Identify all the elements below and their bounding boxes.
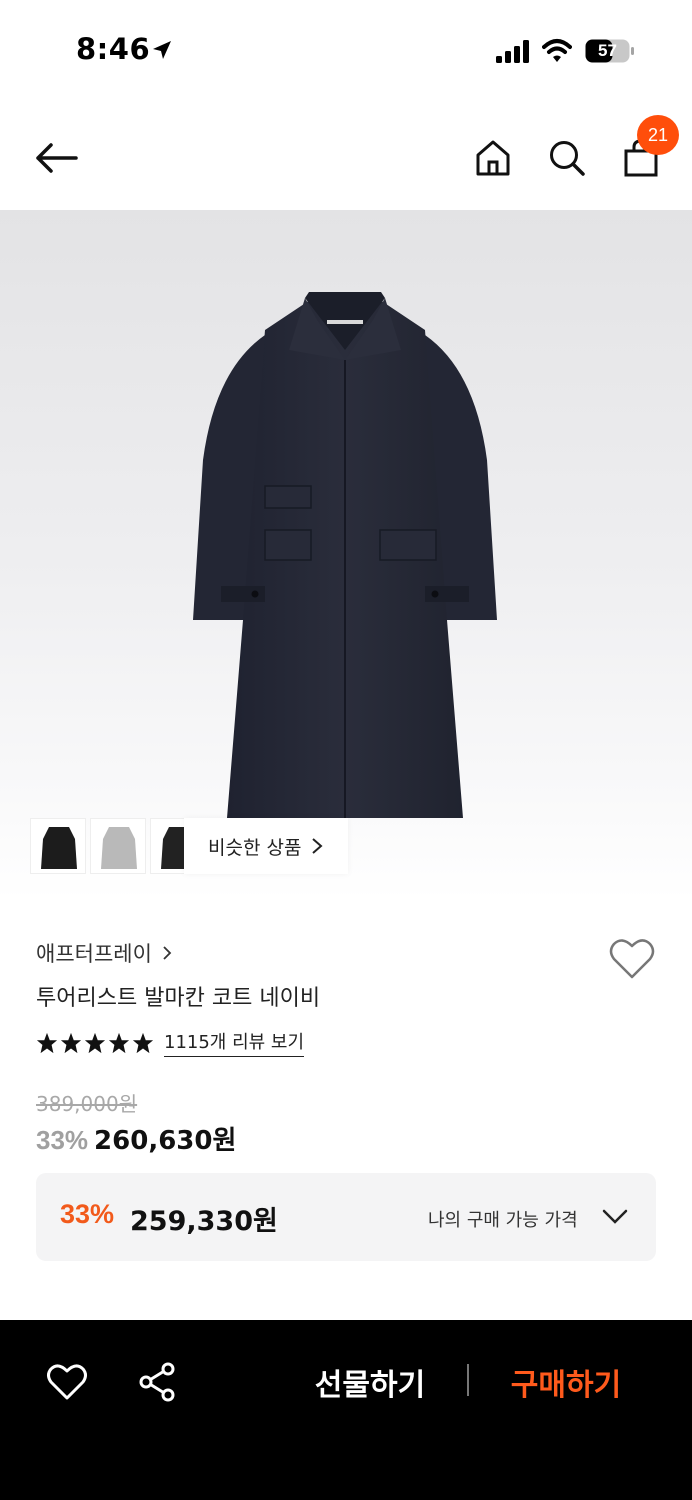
top-nav bbox=[0, 100, 692, 210]
signal-icon bbox=[496, 40, 529, 63]
my-discount-percent: 33% bbox=[60, 1199, 115, 1229]
search-button[interactable] bbox=[543, 134, 591, 182]
heart-icon bbox=[609, 939, 655, 979]
rating-row: 1115개 리뷰 보기 bbox=[36, 1028, 305, 1057]
sale-price-row: 33% 260,630원 bbox=[36, 1120, 236, 1157]
thumbnail-2[interactable] bbox=[90, 818, 146, 874]
sale-price: 260,630원 bbox=[94, 1126, 237, 1156]
gift-button[interactable]: 선물하기 bbox=[300, 1360, 440, 1404]
star-icon bbox=[36, 1032, 58, 1053]
product-image[interactable] bbox=[0, 210, 692, 900]
divider bbox=[467, 1364, 469, 1396]
grey-coat-thumbnail-icon bbox=[101, 827, 137, 869]
similar-products-button[interactable]: 비슷한 상품 bbox=[184, 818, 348, 874]
original-price: 389,000원 bbox=[36, 1092, 138, 1116]
navy-coat-icon bbox=[193, 292, 497, 818]
star-rating bbox=[36, 1032, 154, 1054]
chevron-right-icon bbox=[163, 946, 172, 960]
similar-products-label: 비슷한 상품 bbox=[208, 836, 302, 859]
status-bar: 8:46 57 bbox=[0, 0, 692, 100]
reviews-link[interactable]: 1115개 리뷰 보기 bbox=[164, 1028, 305, 1057]
my-price-dropdown[interactable]: 33% 259,330원 나의 구매 가능 가격 bbox=[36, 1173, 656, 1261]
brand-name: 애프터프레이 bbox=[36, 942, 152, 966]
black-coat-thumbnail-icon bbox=[41, 827, 77, 869]
star-icon bbox=[108, 1032, 130, 1053]
thumbnail-1[interactable] bbox=[30, 818, 86, 874]
home-button[interactable] bbox=[468, 134, 518, 182]
star-icon bbox=[132, 1032, 154, 1053]
chevron-down-icon bbox=[602, 1209, 628, 1224]
star-icon bbox=[60, 1032, 82, 1053]
back-arrow-icon bbox=[36, 143, 78, 173]
buy-button[interactable]: 구매하기 bbox=[496, 1360, 636, 1404]
bottom-action-bar: 선물하기 구매하기 bbox=[0, 1320, 692, 1500]
product-name: 투어리스트 발마칸 코트 네이비 bbox=[36, 986, 321, 1011]
wifi-icon bbox=[542, 39, 572, 62]
search-icon bbox=[550, 141, 585, 176]
discount-percent: 33% bbox=[36, 1125, 89, 1155]
location-arrow-icon bbox=[153, 41, 171, 59]
brand-link[interactable]: 애프터프레이 bbox=[36, 938, 172, 968]
wishlist-button[interactable] bbox=[606, 935, 658, 983]
battery-level: 57 bbox=[598, 41, 617, 60]
my-price-amount: 259,330원 bbox=[130, 1206, 278, 1237]
status-time: 8:46 bbox=[76, 32, 151, 66]
star-icon bbox=[84, 1032, 106, 1053]
cart-count-badge: 21 bbox=[637, 115, 679, 155]
heart-icon bbox=[47, 1364, 87, 1400]
share-button[interactable] bbox=[136, 1360, 180, 1404]
home-icon bbox=[476, 140, 510, 176]
like-button[interactable] bbox=[44, 1360, 90, 1404]
back-button[interactable] bbox=[28, 136, 84, 180]
chevron-right-icon bbox=[312, 838, 323, 854]
my-price-label: 나의 구매 가능 가격 bbox=[428, 1210, 578, 1231]
share-icon bbox=[139, 1362, 175, 1402]
